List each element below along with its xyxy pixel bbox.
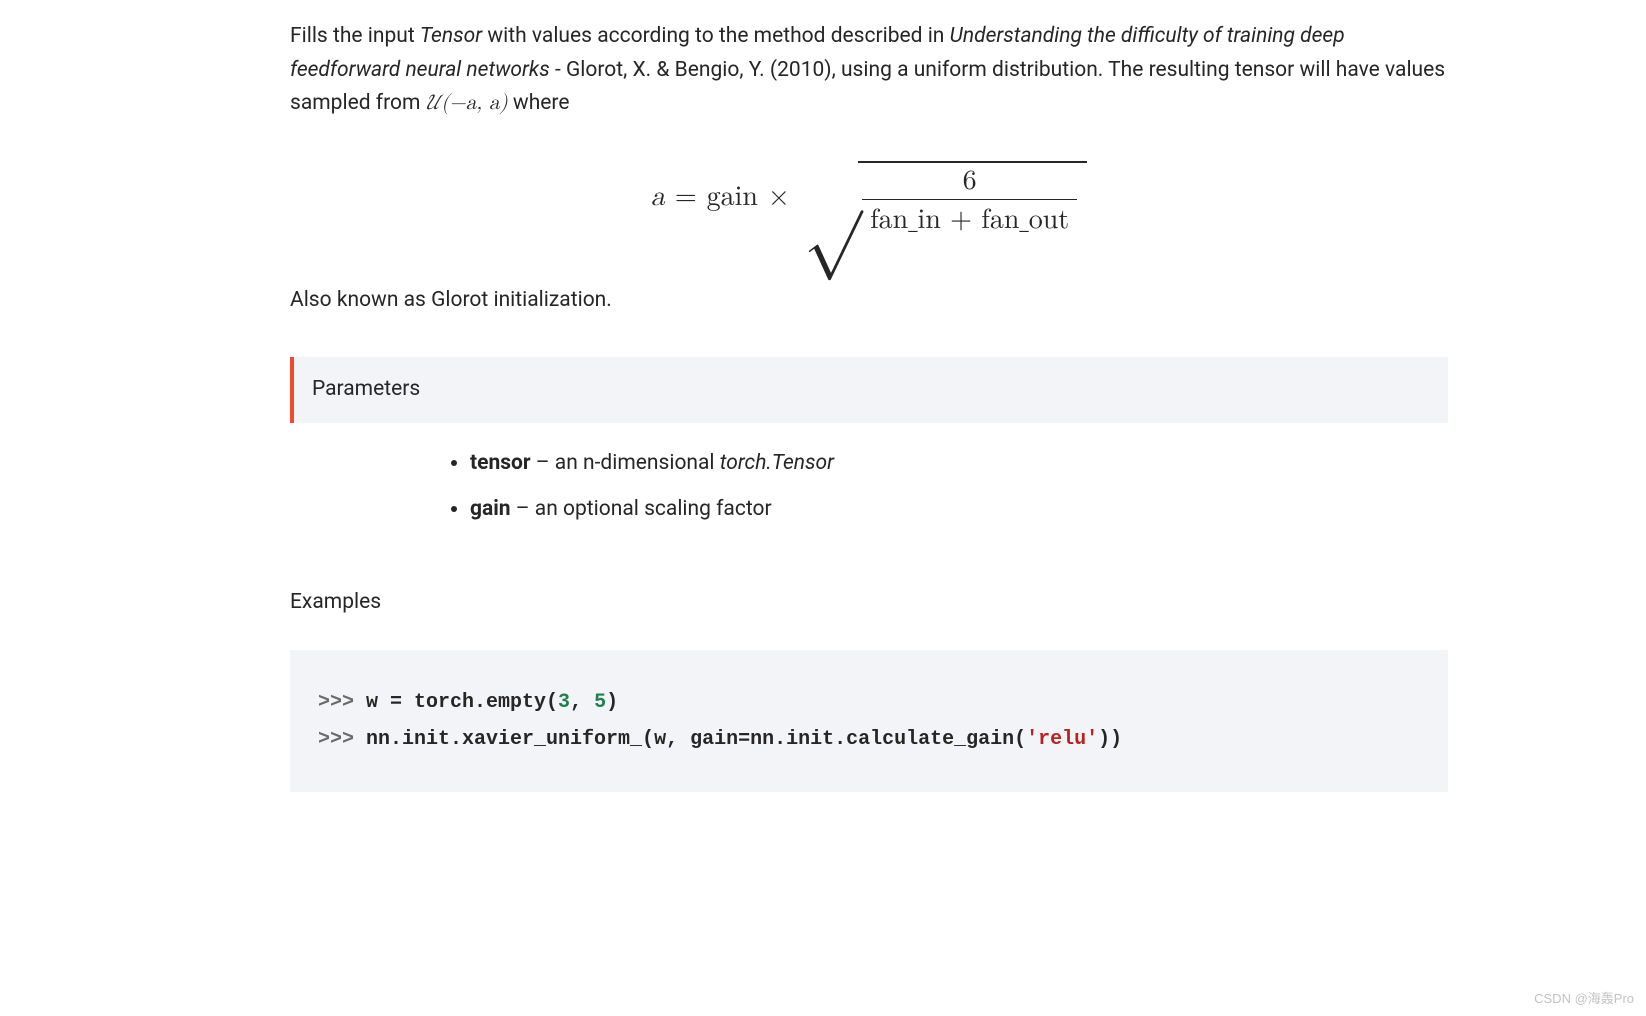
formula-gain: gain: [707, 183, 758, 211]
code-text: ): [606, 691, 618, 714]
examples-heading: Examples: [290, 586, 1448, 620]
param-sep: –: [531, 451, 555, 475]
formula-denominator: fan_in + fan_out: [862, 199, 1077, 234]
watermark: CSDN @海轰Pro: [1534, 989, 1634, 1010]
glorot-note: Also known as Glorot initialization.: [290, 284, 1448, 318]
code-string: 'relu': [1026, 728, 1098, 751]
formula-sqrt: √ 6 fan_in + fan_out: [804, 161, 1087, 234]
code-text: nn.init.xavier_uniform_(w, gain=nn.init.…: [366, 728, 1026, 751]
parameters-header: Parameters: [290, 357, 1448, 423]
list-item: tensor – an n-dimensional torch.Tensor: [470, 447, 1448, 481]
param-sep: –: [511, 497, 535, 521]
param-desc-italic: torch.Tensor: [720, 451, 834, 475]
description-paragraph: Fills the input Tensor with values accor…: [290, 20, 1448, 121]
desc-text: Fills the input: [290, 24, 420, 48]
code-text: w = torch.empty(: [366, 691, 558, 714]
formula-numerator: 6: [955, 167, 985, 199]
radical-icon: √: [804, 161, 862, 234]
formula-eq: =: [675, 183, 697, 211]
tensor-word: Tensor: [420, 24, 482, 48]
param-name: tensor: [470, 451, 531, 475]
parameters-list: tensor – an n-dimensional torch.Tensor g…: [290, 447, 1448, 526]
code-number: 3: [558, 691, 570, 714]
formula-fraction: 6 fan_in + fan_out: [862, 167, 1077, 234]
code-prompt: >>>: [318, 728, 366, 751]
list-item: gain – an optional scaling factor: [470, 493, 1448, 527]
formula: a = gain × √ 6 fan_in + fan_out: [290, 161, 1448, 234]
formula-times: ×: [768, 183, 790, 211]
desc-text: with values according to the method desc…: [482, 24, 949, 48]
code-text: )): [1098, 728, 1122, 751]
param-name: gain: [470, 497, 511, 521]
uniform-dist-expr: 𝒰(−a, a): [426, 93, 508, 114]
param-desc: an optional scaling factor: [535, 497, 772, 521]
code-example: >>> w = torch.empty(3, 5) >>> nn.init.xa…: [290, 650, 1448, 792]
code-number: 5: [594, 691, 606, 714]
param-desc: an n-dimensional: [555, 451, 720, 475]
formula-lhs: a: [651, 183, 665, 211]
desc-text: where: [508, 91, 570, 115]
code-prompt: >>>: [318, 691, 366, 714]
code-text: ,: [570, 691, 594, 714]
